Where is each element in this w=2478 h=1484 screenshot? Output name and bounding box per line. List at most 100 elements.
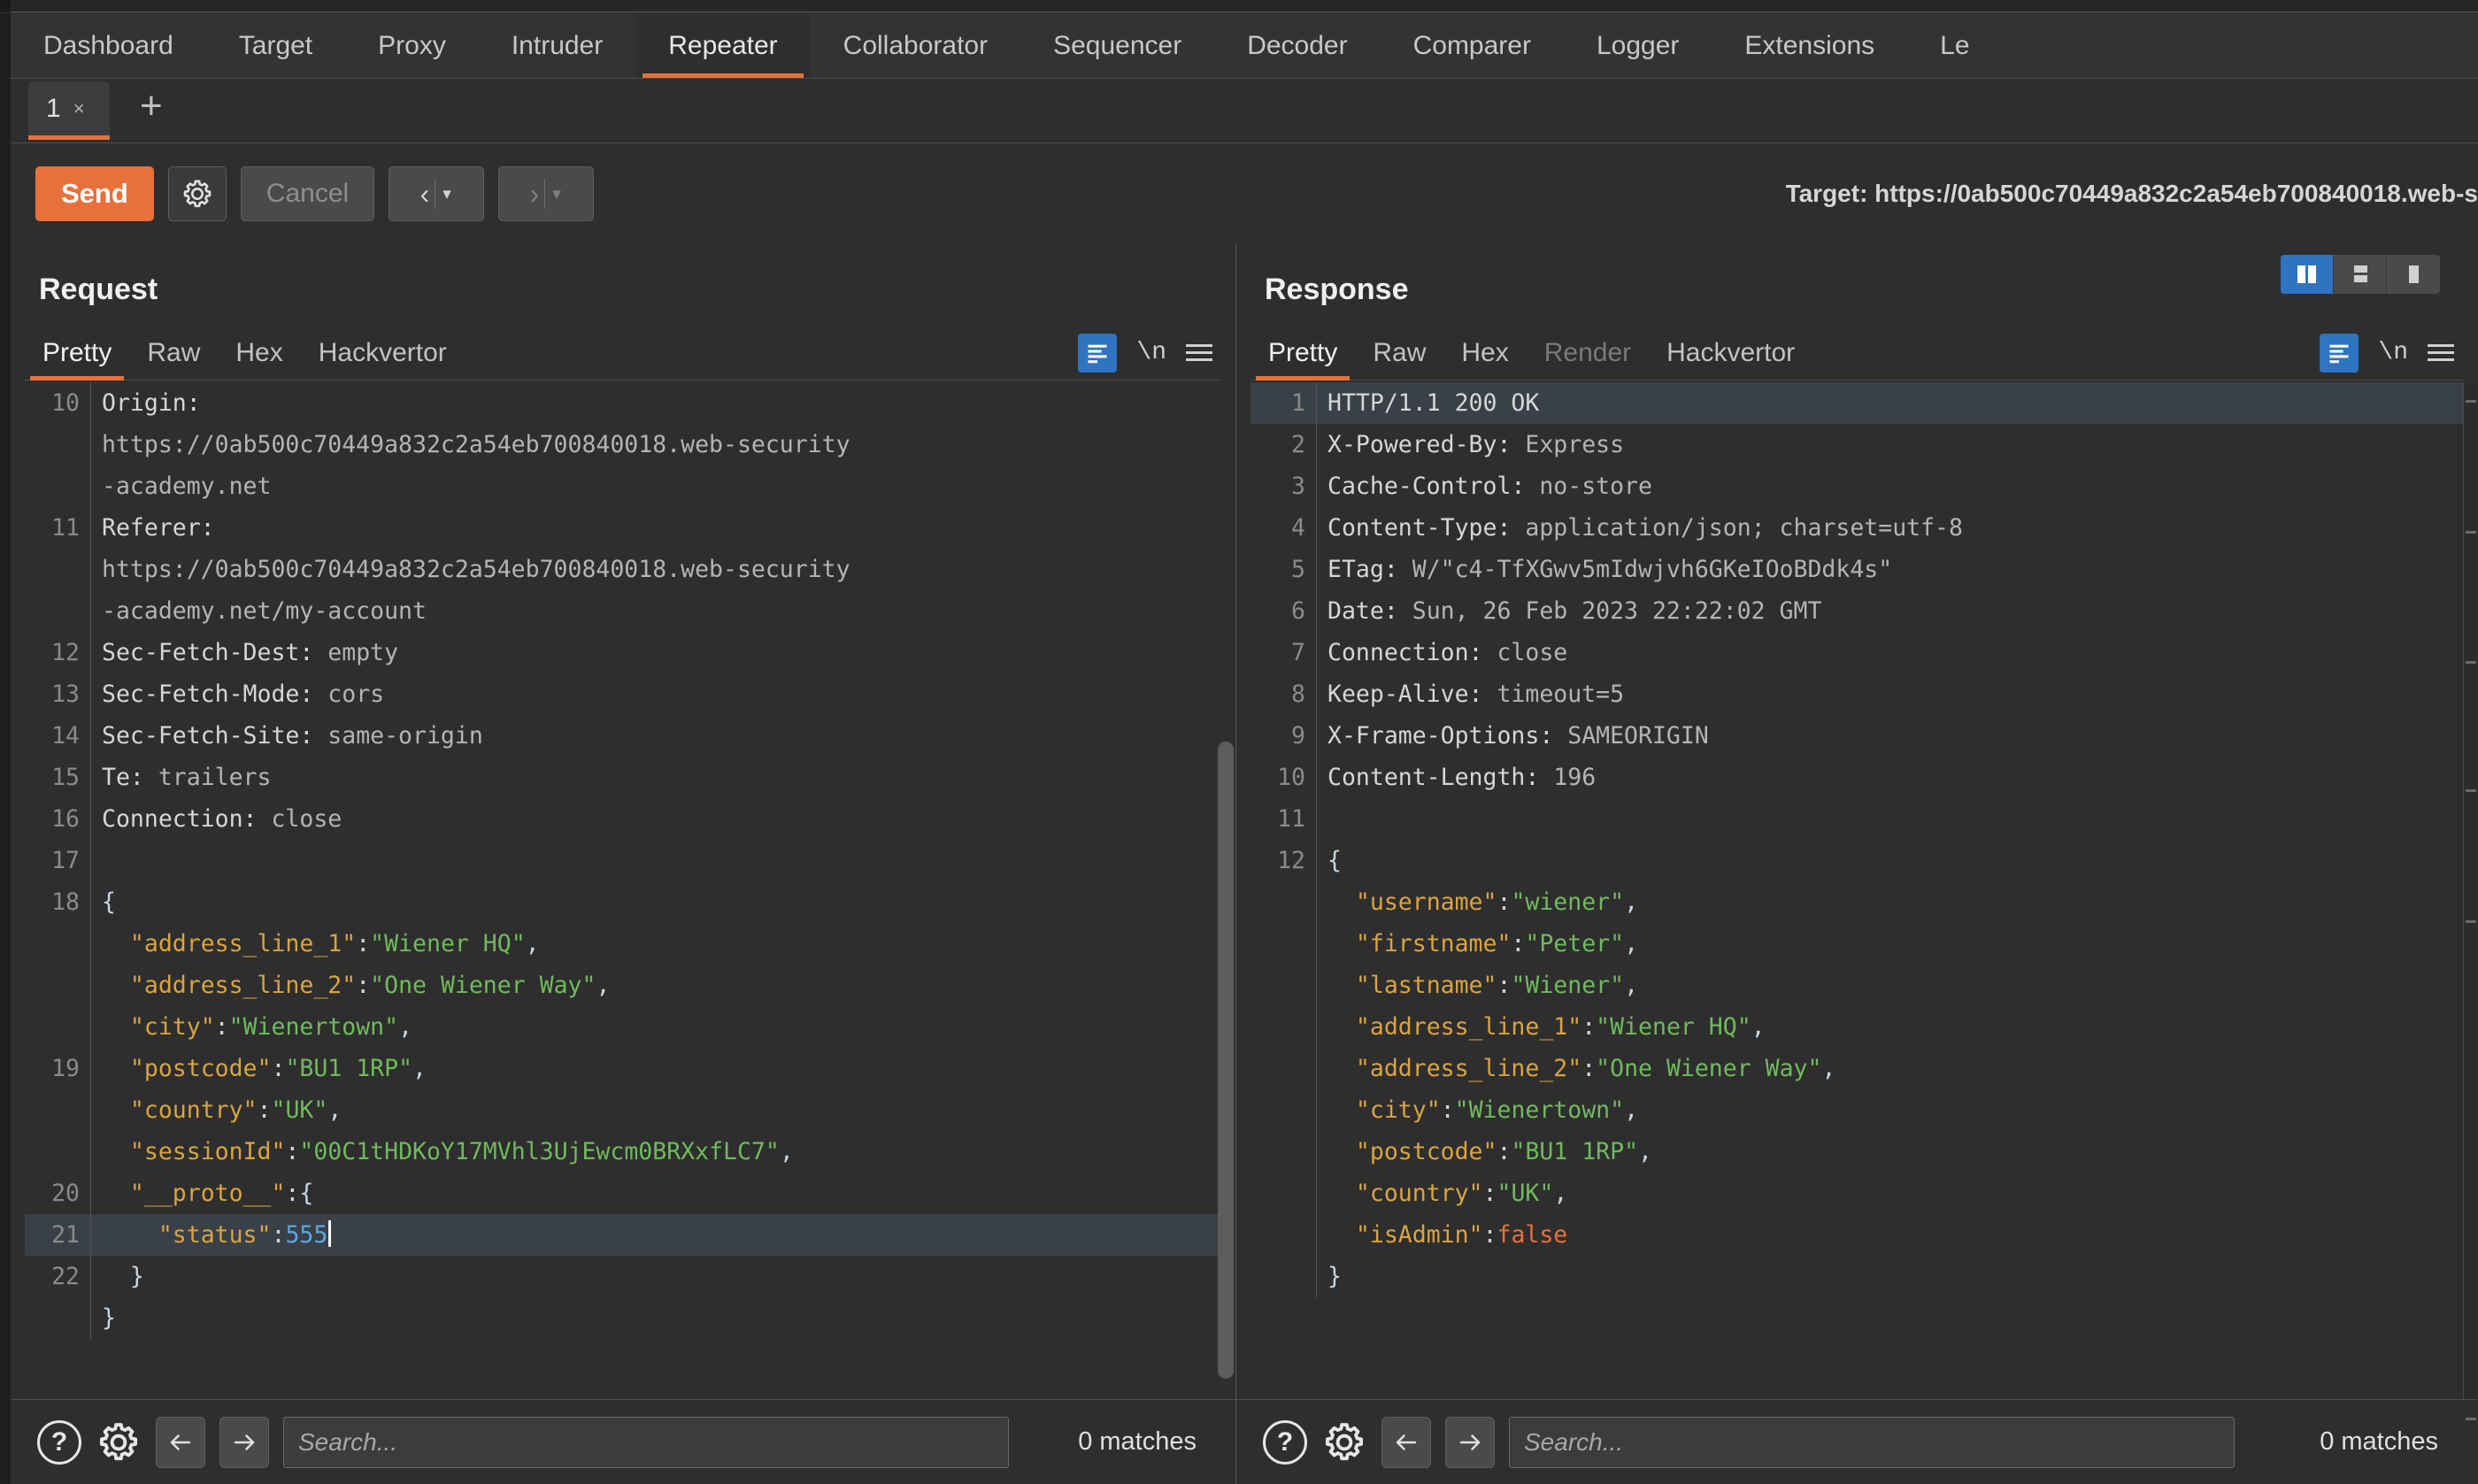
main-tab-logger[interactable]: Logger	[1564, 13, 1712, 78]
request-code-row[interactable]: https://0ab500c70449a832c2a54eb700840018…	[25, 424, 1221, 465]
main-tab-intruder[interactable]: Intruder	[479, 13, 635, 78]
main-tab-decoder[interactable]: Decoder	[1214, 13, 1380, 78]
response-tab-hackvertor[interactable]: Hackvertor	[1649, 326, 1812, 381]
response-code-row[interactable]: "postcode":"BU1 1RP",	[1251, 1131, 2463, 1173]
format-pretty-icon[interactable]	[1078, 333, 1118, 373]
request-code-row[interactable]: 15 Te: trailers	[25, 757, 1221, 798]
response-code-row[interactable]: 2 X-Powered-By: Express	[1251, 424, 2463, 465]
main-tab-sequencer[interactable]: Sequencer	[1020, 13, 1214, 78]
search-prev-button[interactable]	[156, 1416, 205, 1468]
response-code-row[interactable]: "address_line_1":"Wiener HQ",	[1251, 1006, 2463, 1048]
response-code-row[interactable]: "address_line_2":"One Wiener Way",	[1251, 1048, 2463, 1089]
main-tab-collaborator[interactable]: Collaborator	[811, 13, 1020, 78]
response-code-row[interactable]: 12 {	[1251, 840, 2463, 881]
request-code-row[interactable]: "country":"UK",	[25, 1089, 1221, 1131]
single-pane-icon[interactable]	[2387, 255, 2440, 294]
hamburger-menu-icon[interactable]	[2428, 344, 2454, 361]
response-code-row[interactable]: "country":"UK",	[1251, 1173, 2463, 1214]
search-next-button[interactable]	[219, 1416, 269, 1468]
response-code-row[interactable]: 6 Date: Sun, 26 Feb 2023 22:22:02 GMT	[1251, 590, 2463, 632]
response-marker-strip[interactable]	[2463, 382, 2477, 1420]
response-code-row[interactable]: 5 ETag: W/"c4-TfXGwv5mIdwjvh6GKeIOoBDdk4s…	[1251, 549, 2463, 590]
chevron-down-icon[interactable]: ▾	[435, 184, 458, 204]
request-code-row[interactable]: "address_line_2":"One Wiener Way",	[25, 965, 1221, 1006]
response-code-row[interactable]: "username":"wiener",	[1251, 881, 2463, 923]
response-code-row[interactable]: 9 X-Frame-Options: SAMEORIGIN	[1251, 715, 2463, 757]
chevron-down-icon[interactable]: ▾	[545, 184, 568, 204]
send-button[interactable]: Send	[35, 166, 154, 221]
response-code-row[interactable]: 4 Content-Type: application/json; charset…	[1251, 507, 2463, 549]
response-code-line: Date: Sun, 26 Feb 2023 22:22:02 GMT	[1316, 590, 2463, 632]
format-pretty-icon[interactable]	[2320, 333, 2359, 373]
add-tab-button[interactable]: +	[129, 87, 173, 126]
request-code-row[interactable]: 20 "__proto__":{	[25, 1173, 1221, 1214]
request-code-row[interactable]: 21 "status":555	[25, 1214, 1221, 1256]
response-tab-hex[interactable]: Hex	[1443, 326, 1526, 381]
request-code-row[interactable]: 19 "postcode":"BU1 1RP",	[25, 1048, 1221, 1089]
request-code-row[interactable]: 10 Origin:	[25, 382, 1221, 424]
help-circle-icon[interactable]: ?	[1263, 1419, 1307, 1465]
response-code-row[interactable]: "firstname":"Peter",	[1251, 923, 2463, 965]
response-code-row[interactable]: }	[1251, 1256, 2463, 1297]
response-code-row[interactable]: "city":"Wienertown",	[1251, 1089, 2463, 1131]
main-tab-target[interactable]: Target	[206, 13, 345, 78]
request-settings-button[interactable]	[167, 166, 227, 221]
response-code-row[interactable]: 11	[1251, 798, 2463, 840]
request-search-input[interactable]	[283, 1416, 1009, 1468]
request-code-row[interactable]: "sessionId":"00C1tHDKoY17MVhl3UjEwcm0BRX…	[25, 1131, 1221, 1173]
close-icon[interactable]: ×	[73, 97, 85, 120]
response-code-row[interactable]: "isAdmin":false	[1251, 1214, 2463, 1256]
back-button[interactable]: ‹ ▾	[389, 166, 485, 221]
request-code-row[interactable]: }	[25, 1297, 1221, 1339]
request-code-row[interactable]: 13 Sec-Fetch-Mode: cors	[25, 673, 1221, 715]
response-code-row[interactable]: 7 Connection: close	[1251, 632, 2463, 673]
code-token: 555	[285, 1221, 328, 1249]
request-code-row[interactable]: "city":"Wienertown",	[25, 1006, 1221, 1048]
main-tab-dashboard[interactable]: Dashboard	[11, 13, 206, 78]
main-tab-le[interactable]: Le	[1907, 13, 2002, 78]
request-code-row[interactable]: 16 Connection: close	[25, 798, 1221, 840]
response-code-row[interactable]: 3 Cache-Control: no-store	[1251, 465, 2463, 507]
request-tab-hex[interactable]: Hex	[218, 326, 300, 381]
request-code-row[interactable]: "address_line_1":"Wiener HQ",	[25, 923, 1221, 965]
newline-toggle-icon[interactable]: \n	[2378, 339, 2408, 366]
response-code-row[interactable]: 8 Keep-Alive: timeout=5	[1251, 673, 2463, 715]
request-code-row[interactable]: 18 {	[25, 881, 1221, 923]
request-code-row[interactable]: https://0ab500c70449a832c2a54eb700840018…	[25, 549, 1221, 590]
hamburger-menu-icon[interactable]	[1186, 344, 1212, 361]
main-tab-repeater[interactable]: Repeater	[635, 13, 811, 78]
code-token: ETag:	[1328, 556, 1398, 583]
gear-icon[interactable]	[1321, 1419, 1367, 1465]
response-search-input[interactable]	[1509, 1416, 2235, 1468]
response-tab-raw[interactable]: Raw	[1355, 326, 1443, 381]
main-tab-extensions[interactable]: Extensions	[1712, 13, 1907, 78]
request-tab-pretty[interactable]: Pretty	[25, 326, 129, 381]
request-code-row[interactable]: 12 Sec-Fetch-Dest: empty	[25, 632, 1221, 673]
split-horizontal-icon[interactable]	[2334, 255, 2387, 294]
response-editor[interactable]: 1 HTTP/1.1 200 OK 2 X-Powered-By: Express 3 C…	[1251, 382, 2463, 1399]
request-editor[interactable]: 10 Origin: https://0ab500c70449a832c2a54eb…	[25, 382, 1221, 1399]
newline-toggle-icon[interactable]: \n	[1136, 339, 1166, 366]
response-code-row[interactable]: 10 Content-Length: 196	[1251, 757, 2463, 798]
gear-icon[interactable]	[96, 1419, 142, 1465]
search-next-button[interactable]	[1445, 1416, 1495, 1468]
request-code-row[interactable]: 22 }	[25, 1256, 1221, 1297]
request-code-row[interactable]: -academy.net/my-account	[25, 590, 1221, 632]
response-tab-pretty[interactable]: Pretty	[1251, 326, 1355, 381]
forward-button[interactable]: › ▾	[498, 166, 595, 221]
response-code-row[interactable]: "lastname":"Wiener",	[1251, 965, 2463, 1006]
request-code-row[interactable]: 14 Sec-Fetch-Site: same-origin	[25, 715, 1221, 757]
help-circle-icon[interactable]: ?	[37, 1419, 81, 1465]
request-scrollbar[interactable]	[1218, 742, 1234, 1379]
request-code-row[interactable]: 17	[25, 840, 1221, 881]
request-tab-hackvertor[interactable]: Hackvertor	[301, 326, 465, 381]
request-code-row[interactable]: -academy.net	[25, 465, 1221, 507]
repeater-tab-1[interactable]: 1 ×	[28, 81, 110, 140]
main-tab-proxy[interactable]: Proxy	[345, 13, 479, 78]
request-tab-raw[interactable]: Raw	[129, 326, 218, 381]
request-code-row[interactable]: 11 Referer:	[25, 507, 1221, 549]
split-vertical-icon[interactable]	[2281, 255, 2334, 294]
main-tab-comparer[interactable]: Comparer	[1381, 13, 1564, 78]
search-prev-button[interactable]	[1381, 1416, 1431, 1468]
response-code-row[interactable]: 1 HTTP/1.1 200 OK	[1251, 382, 2463, 424]
